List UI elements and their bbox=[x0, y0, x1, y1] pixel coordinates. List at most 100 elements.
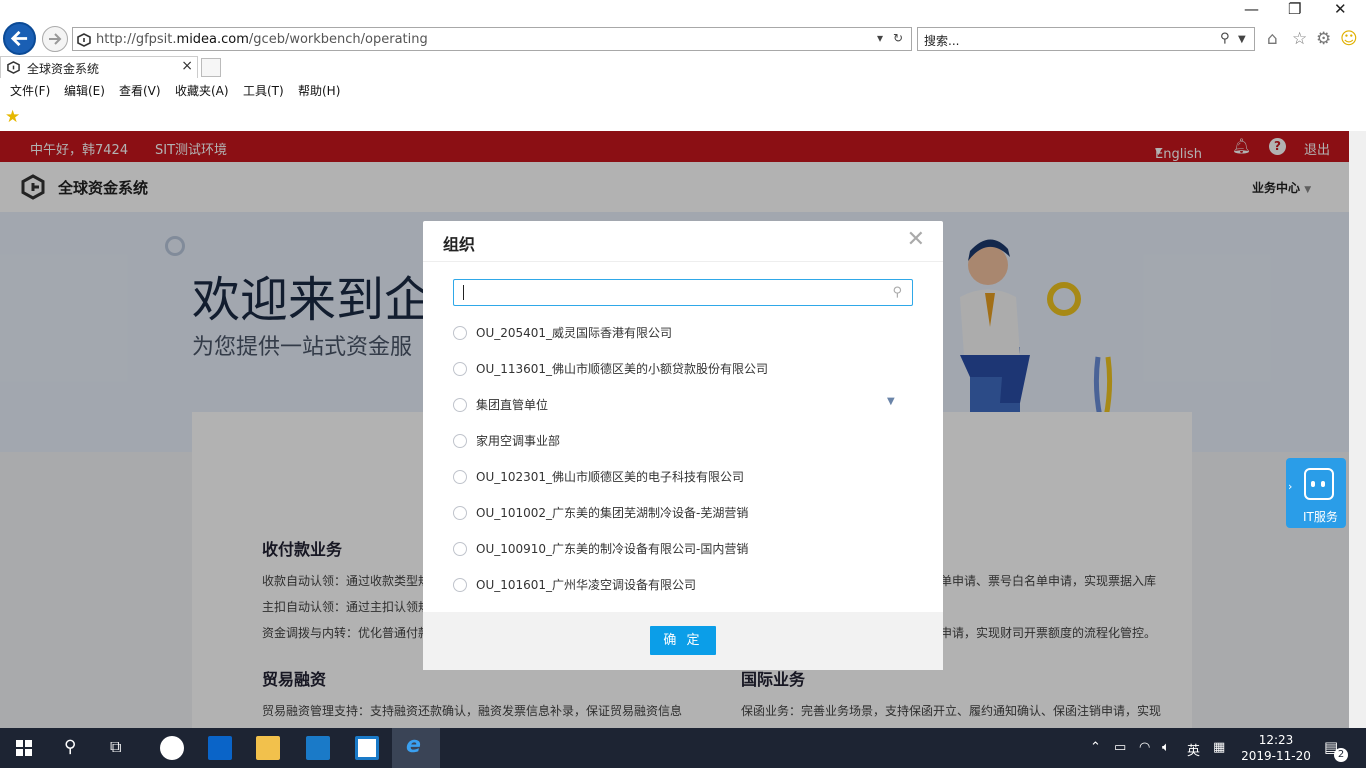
org-search-input[interactable]: ⚲ bbox=[453, 279, 913, 306]
page-scrollbar[interactable] bbox=[1349, 131, 1366, 728]
wifi-icon[interactable]: ◠ bbox=[1139, 740, 1150, 755]
search-placeholder: 搜索... bbox=[924, 34, 960, 48]
org-option[interactable]: OU_113601_佛山市顺德区美的小额贷款股份有限公司 bbox=[453, 357, 913, 379]
menu-bar: 文件(F) 编辑(E) 查看(V) 收藏夹(A) 工具(T) 帮助(H) bbox=[0, 80, 1366, 100]
dialog-footer: 确 定 bbox=[423, 612, 943, 670]
search-icon[interactable]: ⚲ bbox=[892, 285, 902, 300]
menu-tools[interactable]: 工具(T) bbox=[243, 82, 284, 99]
robot-icon bbox=[1304, 468, 1334, 500]
org-option-label: OU_102301_佛山市顺德区美的电子科技有限公司 bbox=[476, 470, 745, 484]
org-option[interactable]: OU_205401_威灵国际香港有限公司 bbox=[453, 321, 913, 343]
feedback-smiley-icon[interactable]: ☺ bbox=[1340, 29, 1358, 49]
it-service-button[interactable]: › IT服务 bbox=[1286, 458, 1346, 528]
settings-gear-icon[interactable]: ⚙ bbox=[1316, 29, 1331, 49]
browser-search-field[interactable]: 搜索... ⚲ ▼ bbox=[917, 27, 1255, 51]
uipath-robot-icon bbox=[355, 736, 379, 760]
menu-edit[interactable]: 编辑(E) bbox=[64, 82, 105, 99]
ime-indicator[interactable]: 英 bbox=[1187, 740, 1200, 759]
org-option-label: OU_205401_威灵国际香港有限公司 bbox=[476, 326, 673, 340]
forward-button[interactable] bbox=[42, 26, 68, 52]
org-option-label: OU_113601_佛山市顺德区美的小额贷款股份有限公司 bbox=[476, 362, 769, 376]
search-dropdown-icon[interactable]: ▼ bbox=[1238, 34, 1246, 45]
org-option-label: OU_101002_广东美的集团芜湖制冷设备-芜湖营销 bbox=[476, 506, 749, 520]
org-option-label: OU_100910_广东美的制冷设备有限公司-国内营销 bbox=[476, 542, 749, 556]
restore-icon[interactable]: ❐ bbox=[1288, 0, 1301, 18]
taskbar-app-outlook[interactable] bbox=[196, 728, 244, 768]
tab-title: 全球资金系统 bbox=[27, 62, 100, 76]
tab-global-funds[interactable]: 全球资金系统 × bbox=[0, 56, 198, 78]
clock-time: 12:23 bbox=[1258, 733, 1294, 747]
org-option[interactable]: OU_102301_佛山市顺德区美的电子科技有限公司 bbox=[453, 465, 913, 487]
org-option-label: 集团直管单位 bbox=[476, 398, 549, 412]
org-option[interactable]: OU_101601_广州华凌空调设备有限公司 bbox=[453, 573, 913, 595]
radio-button[interactable] bbox=[453, 542, 467, 556]
site-logo-icon bbox=[7, 61, 20, 74]
it-service-label: IT服务 bbox=[1303, 510, 1338, 524]
menu-favorites[interactable]: 收藏夹(A) bbox=[175, 82, 229, 99]
taskbar-app-meeting[interactable] bbox=[148, 728, 196, 768]
add-favorites-icon[interactable]: ★ bbox=[5, 107, 20, 127]
minimize-icon[interactable]: — bbox=[1244, 0, 1259, 18]
arrow-left-icon bbox=[10, 30, 28, 47]
task-view-button[interactable]: ⧉ bbox=[96, 728, 144, 768]
dialog-title: 组织 bbox=[443, 235, 476, 254]
uipath-studio-icon bbox=[306, 736, 330, 760]
close-window-icon[interactable]: ✕ bbox=[1334, 0, 1347, 18]
radio-button[interactable] bbox=[453, 506, 467, 520]
org-option[interactable]: 家用空调事业部 bbox=[453, 429, 913, 451]
menu-file[interactable]: 文件(F) bbox=[10, 82, 50, 99]
radio-button[interactable] bbox=[453, 398, 467, 412]
new-tab-button[interactable] bbox=[201, 58, 221, 77]
refresh-icon[interactable]: ↻ bbox=[893, 31, 903, 45]
favorites-bar: ★ bbox=[0, 104, 1366, 130]
favorites-star-icon[interactable]: ☆ bbox=[1292, 29, 1307, 49]
meeting-app-icon bbox=[160, 736, 184, 760]
menu-help[interactable]: 帮助(H) bbox=[298, 82, 340, 99]
start-button[interactable] bbox=[0, 728, 48, 768]
org-option[interactable]: OU_101002_广东美的集团芜湖制冷设备-芜湖营销 bbox=[453, 501, 913, 523]
menu-view[interactable]: 查看(V) bbox=[119, 82, 161, 99]
url-field[interactable]: http://gfpsit.midea.com/gceb/workbench/o… bbox=[72, 27, 912, 51]
close-dialog-icon[interactable]: ✕ bbox=[907, 227, 925, 252]
url-text: http://gfpsit.midea.com/gceb/workbench/o… bbox=[96, 32, 428, 47]
taskbar-app-explorer[interactable] bbox=[244, 728, 292, 768]
text-cursor bbox=[463, 285, 464, 300]
search-icon[interactable]: ⚲ bbox=[1220, 31, 1230, 46]
chevron-right-icon: › bbox=[1288, 480, 1293, 493]
taskbar-app-ie[interactable]: e bbox=[392, 728, 440, 768]
expand-caret-icon[interactable]: ▼ bbox=[887, 396, 895, 407]
tab-row: 全球资金系统 × bbox=[0, 56, 1366, 78]
ime-grid-icon[interactable]: ▦ bbox=[1213, 740, 1225, 755]
org-option[interactable]: OU_100910_广东美的制冷设备有限公司-国内营销 bbox=[453, 537, 913, 559]
divider bbox=[423, 261, 943, 262]
confirm-button[interactable]: 确 定 bbox=[650, 626, 716, 655]
url-dropdown-icon[interactable]: ▾ bbox=[877, 31, 883, 45]
task-view-icon: ⧉ bbox=[110, 737, 122, 756]
close-tab-icon[interactable]: × bbox=[181, 58, 193, 74]
taskbar-app-uipath-studio[interactable] bbox=[294, 728, 342, 768]
tray-expand-icon[interactable]: ⌃ bbox=[1090, 740, 1101, 755]
folder-icon bbox=[256, 736, 280, 760]
arrow-right-icon bbox=[49, 33, 62, 45]
taskbar-app-uipath-robot[interactable] bbox=[343, 728, 391, 768]
org-option[interactable]: 集团直管单位 ▼ bbox=[453, 393, 913, 415]
org-option-label: OU_101601_广州华凌空调设备有限公司 bbox=[476, 578, 697, 592]
battery-icon[interactable]: ▭ bbox=[1114, 740, 1126, 755]
site-logo-icon bbox=[77, 33, 91, 47]
internet-explorer-icon: e bbox=[406, 733, 421, 758]
org-option-label: 家用空调事业部 bbox=[476, 434, 561, 448]
taskbar-search-button[interactable]: ⚲ bbox=[48, 728, 96, 768]
outlook-icon bbox=[208, 736, 232, 760]
search-icon: ⚲ bbox=[64, 737, 77, 757]
clock[interactable]: 12:23 2019-11-20 bbox=[1241, 732, 1311, 764]
volume-icon[interactable]: 🔈︎ bbox=[1162, 740, 1170, 755]
radio-button[interactable] bbox=[453, 326, 467, 340]
home-icon[interactable]: ⌂ bbox=[1267, 29, 1278, 49]
radio-button[interactable] bbox=[453, 362, 467, 376]
radio-button[interactable] bbox=[453, 434, 467, 448]
clock-date: 2019-11-20 bbox=[1241, 749, 1311, 763]
radio-button[interactable] bbox=[453, 470, 467, 484]
back-button[interactable] bbox=[3, 22, 36, 55]
radio-button[interactable] bbox=[453, 578, 467, 592]
address-bar-row: http://gfpsit.midea.com/gceb/workbench/o… bbox=[0, 18, 1366, 58]
